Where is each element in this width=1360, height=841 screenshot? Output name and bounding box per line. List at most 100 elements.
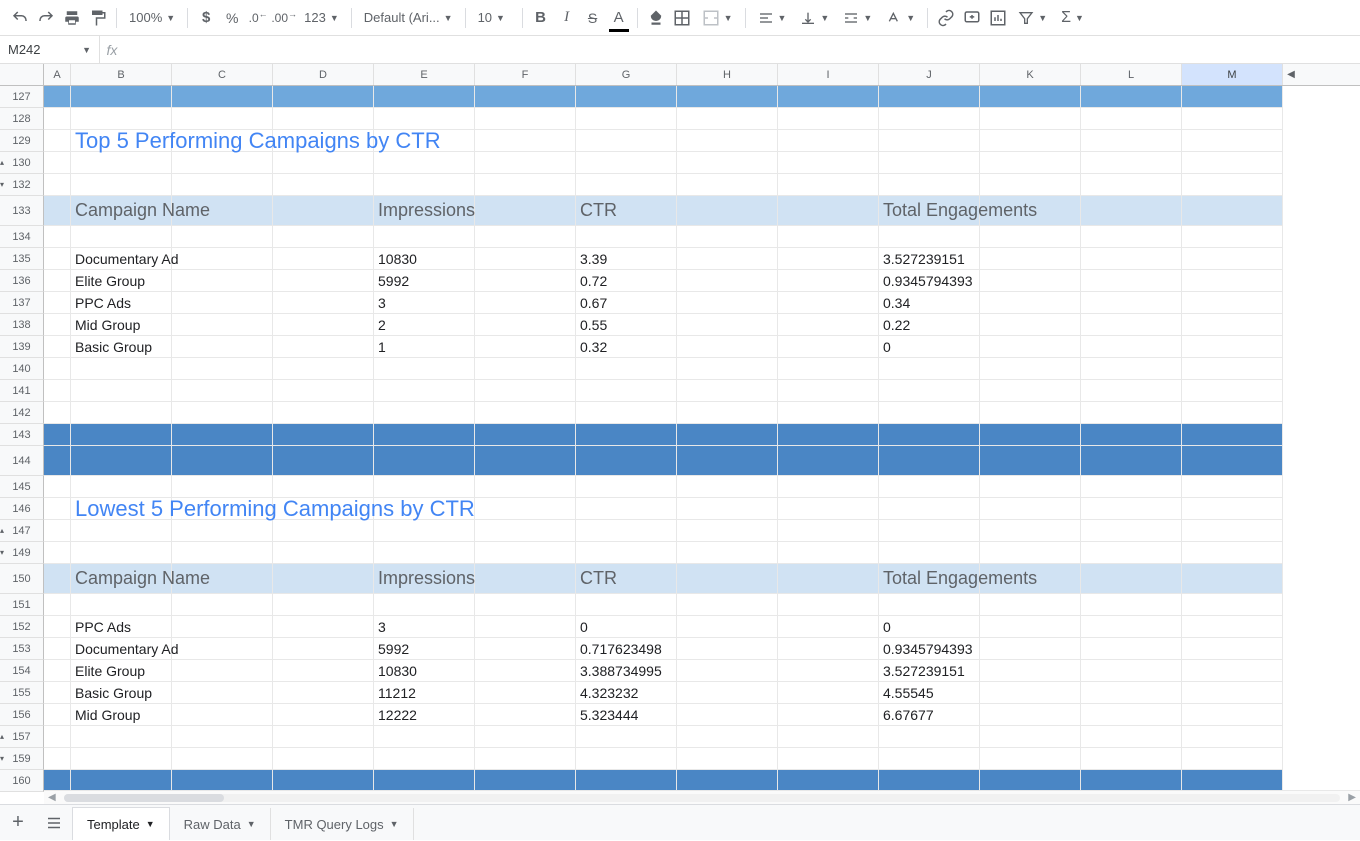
row-header[interactable]: 150 xyxy=(0,564,44,594)
scroll-columns-icon[interactable]: ◀ xyxy=(1283,64,1299,85)
fill-color-icon[interactable] xyxy=(644,6,668,30)
cell[interactable]: Impressions xyxy=(374,196,475,226)
sheet-tab[interactable]: Template▼ xyxy=(72,808,170,840)
borders-icon[interactable] xyxy=(670,6,694,30)
merge-cells-dropdown[interactable]: ▼ xyxy=(696,6,739,30)
cell[interactable]: PPC Ads xyxy=(71,292,172,314)
cell[interactable]: PPC Ads xyxy=(71,616,172,638)
cell[interactable]: 0.717623498 xyxy=(576,638,677,660)
undo-icon[interactable] xyxy=(8,6,32,30)
cell[interactable]: Basic Group xyxy=(71,336,172,358)
row-header[interactable]: 152 xyxy=(0,616,44,638)
column-header-E[interactable]: E xyxy=(374,64,475,85)
column-header-K[interactable]: K xyxy=(980,64,1081,85)
redo-icon[interactable] xyxy=(34,6,58,30)
row-header[interactable]: 145 xyxy=(0,476,44,498)
row-header[interactable]: 157 xyxy=(0,726,44,748)
cell[interactable]: 3.527239151 xyxy=(879,660,980,682)
all-sheets-button[interactable] xyxy=(36,805,72,841)
cell[interactable]: 0.32 xyxy=(576,336,677,358)
add-sheet-button[interactable]: + xyxy=(0,805,36,841)
horizontal-scrollbar[interactable]: ◀ ▶ xyxy=(44,790,1360,804)
cell[interactable]: Impressions xyxy=(374,564,475,594)
column-header-C[interactable]: C xyxy=(172,64,273,85)
row-header[interactable]: 153 xyxy=(0,638,44,660)
strikethrough-icon[interactable]: S xyxy=(581,6,605,30)
row-header[interactable]: 143 xyxy=(0,424,44,446)
cell[interactable]: 3.39 xyxy=(576,248,677,270)
bold-icon[interactable]: B xyxy=(529,6,553,30)
column-header-F[interactable]: F xyxy=(475,64,576,85)
cell[interactable]: 10830 xyxy=(374,248,475,270)
cell[interactable]: Documentary Ad xyxy=(71,248,172,270)
cell[interactable]: 3.527239151 xyxy=(879,248,980,270)
cell[interactable]: Elite Group xyxy=(71,270,172,292)
print-icon[interactable] xyxy=(60,6,84,30)
column-header-J[interactable]: J xyxy=(879,64,980,85)
cell[interactable]: 0.67 xyxy=(576,292,677,314)
cell[interactable]: 0.9345794393 xyxy=(879,638,980,660)
select-all-corner[interactable] xyxy=(0,64,44,85)
paint-format-icon[interactable] xyxy=(86,6,110,30)
cell[interactable]: 0.9345794393 xyxy=(879,270,980,292)
cell[interactable]: 3 xyxy=(374,616,475,638)
cell[interactable]: CTR xyxy=(576,564,677,594)
cell[interactable]: Total Engagements xyxy=(879,564,980,594)
font-size-dropdown[interactable]: 10▼ xyxy=(472,6,516,30)
column-header-M[interactable]: M xyxy=(1182,64,1283,85)
column-header-L[interactable]: L xyxy=(1081,64,1182,85)
functions-dropdown[interactable]: Σ▼ xyxy=(1055,6,1090,30)
scroll-left-icon[interactable]: ◀ xyxy=(48,792,56,803)
h-align-dropdown[interactable]: ▼ xyxy=(752,6,793,30)
percent-icon[interactable]: % xyxy=(220,6,244,30)
cell[interactable]: 5992 xyxy=(374,638,475,660)
sheet-tab[interactable]: Raw Data▼ xyxy=(170,808,271,840)
row-header[interactable]: 138 xyxy=(0,314,44,336)
increase-decimal-icon[interactable]: .00→ xyxy=(272,6,296,30)
row-header[interactable]: 147 xyxy=(0,520,44,542)
cell[interactable]: 10830 xyxy=(374,660,475,682)
cell[interactable]: 0.55 xyxy=(576,314,677,336)
cell[interactable]: 11212 xyxy=(374,682,475,704)
cell[interactable]: Campaign Name xyxy=(71,564,172,594)
row-header[interactable]: 137 xyxy=(0,292,44,314)
row-header[interactable]: 159 xyxy=(0,748,44,770)
cell[interactable]: Campaign Name xyxy=(71,196,172,226)
text-wrap-dropdown[interactable]: ▼ xyxy=(837,6,878,30)
cells[interactable]: Top 5 Performing Campaigns by CTR Campaig… xyxy=(44,86,1360,792)
decrease-decimal-icon[interactable]: .0← xyxy=(246,6,270,30)
cell[interactable]: Top 5 Performing Campaigns by CTR xyxy=(71,130,172,152)
cell[interactable]: Documentary Ad xyxy=(71,638,172,660)
column-header-D[interactable]: D xyxy=(273,64,374,85)
cell[interactable]: 0 xyxy=(879,616,980,638)
zoom-dropdown[interactable]: 100%▼ xyxy=(123,6,181,30)
row-header[interactable]: 140 xyxy=(0,358,44,380)
row-header[interactable]: 133 xyxy=(0,196,44,226)
cell[interactable]: Elite Group xyxy=(71,660,172,682)
row-header[interactable]: 139 xyxy=(0,336,44,358)
column-header-A[interactable]: A xyxy=(44,64,71,85)
row-header[interactable]: 144 xyxy=(0,446,44,476)
row-header[interactable]: 134 xyxy=(0,226,44,248)
text-color-icon[interactable]: A xyxy=(607,6,631,30)
insert-link-icon[interactable] xyxy=(934,6,958,30)
row-header[interactable]: 149 xyxy=(0,542,44,564)
cell[interactable]: 0 xyxy=(576,616,677,638)
cell[interactable]: 0.34 xyxy=(879,292,980,314)
column-header-B[interactable]: B xyxy=(71,64,172,85)
cell[interactable]: 3.388734995 xyxy=(576,660,677,682)
name-box[interactable]: M242▼ xyxy=(0,36,100,63)
grid-area[interactable]: 1271281291301321331341351361371381391401… xyxy=(0,86,1360,804)
row-header[interactable]: 141 xyxy=(0,380,44,402)
row-header[interactable]: 130 xyxy=(0,152,44,174)
cell[interactable]: 5.323444 xyxy=(576,704,677,726)
row-header[interactable]: 132 xyxy=(0,174,44,196)
cell[interactable]: 1 xyxy=(374,336,475,358)
cell[interactable]: 6.67677 xyxy=(879,704,980,726)
cell[interactable]: Total Engagements xyxy=(879,196,980,226)
cell[interactable]: 4.55545 xyxy=(879,682,980,704)
row-header[interactable]: 129 xyxy=(0,130,44,152)
formula-input[interactable] xyxy=(124,36,1360,63)
row-header[interactable]: 146 xyxy=(0,498,44,520)
chevron-down-icon[interactable]: ▼ xyxy=(390,819,399,829)
